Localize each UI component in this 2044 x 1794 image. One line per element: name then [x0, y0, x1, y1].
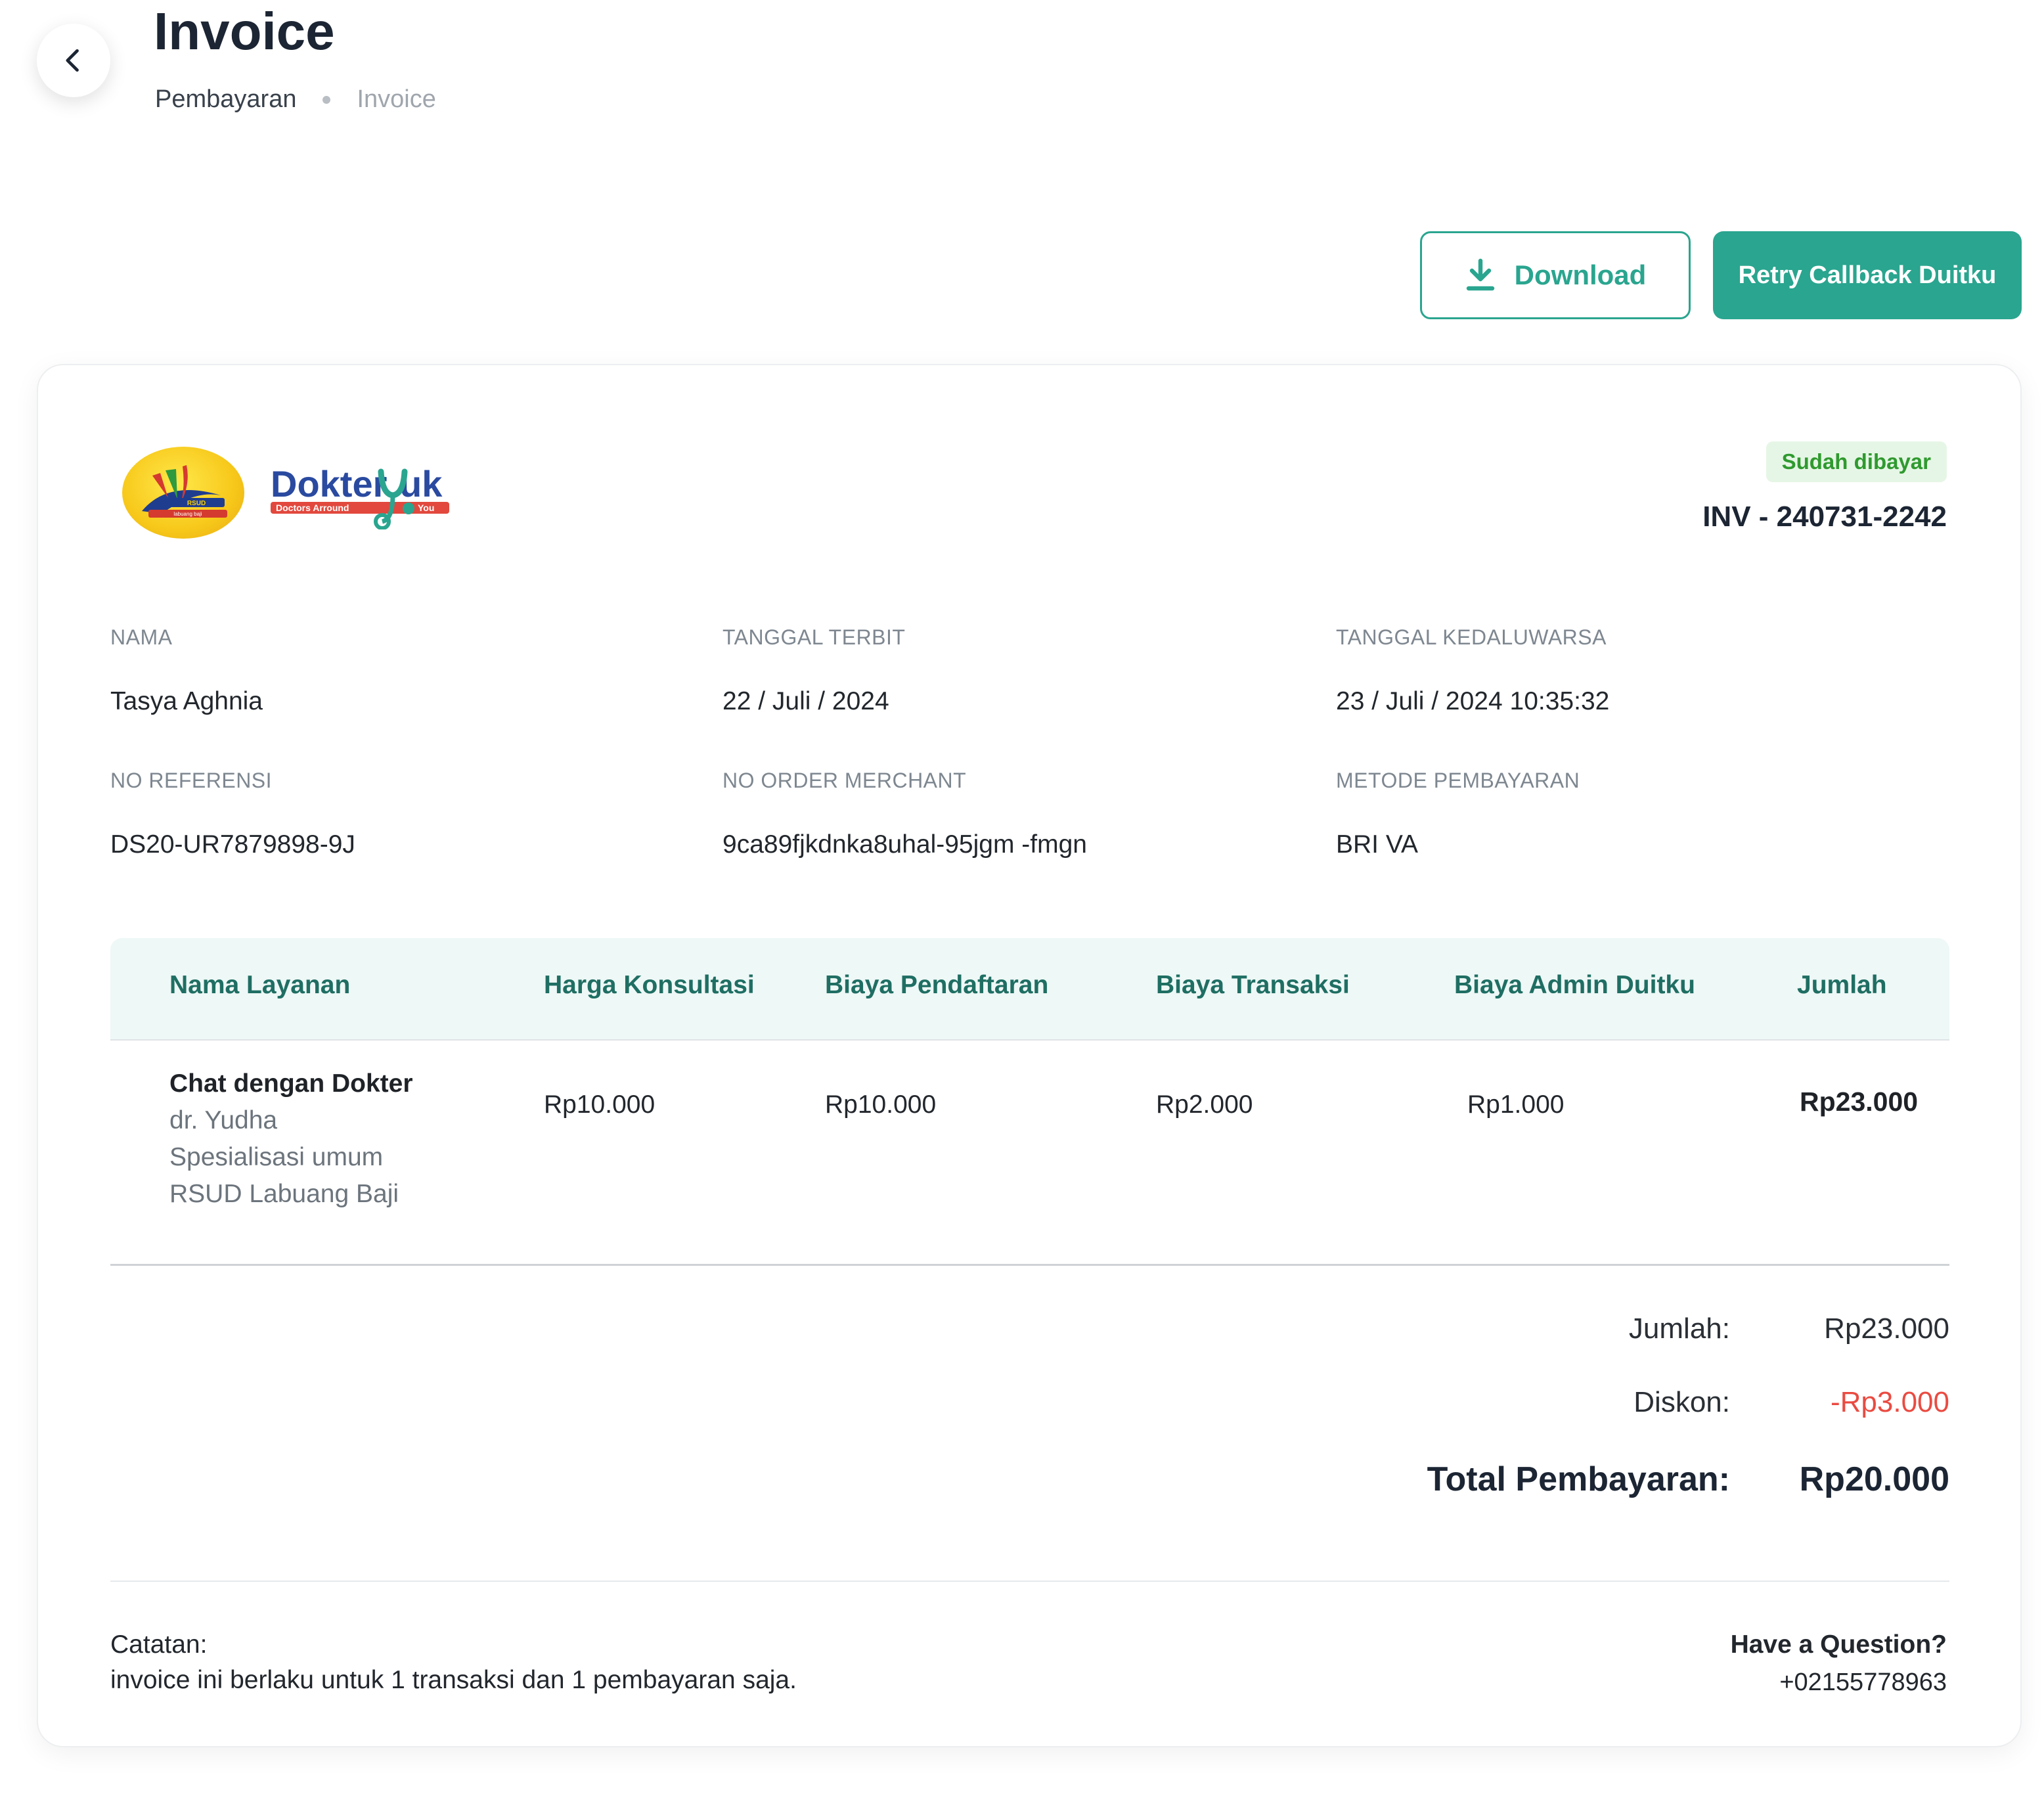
cell-biaya-pendaftaran: Rp10.000	[825, 1090, 937, 1119]
field-value-tanggal-kedaluwarsa: 23 / Juli / 2024 10:35:32	[1336, 687, 1610, 715]
column-header-biaya-transaksi: Biaya Transaksi	[1156, 971, 1350, 999]
breadcrumb-item-pembayaran[interactable]: Pembayaran	[155, 85, 296, 114]
service-name: Chat dengan Dokter	[169, 1069, 413, 1098]
total-value: Rp20.000	[1799, 1460, 1949, 1498]
subtotal-value: Rp23.000	[1824, 1312, 1949, 1345]
field-value-no-referensi: DS20-UR7879898-9J	[110, 830, 355, 859]
column-header-biaya-admin: Biaya Admin Duitku	[1454, 971, 1695, 999]
subtotal-label: Jumlah:	[1628, 1312, 1730, 1345]
chevron-left-icon	[66, 49, 79, 72]
note-label: Catatan:	[110, 1630, 208, 1659]
invoice-card	[37, 364, 2022, 1747]
note-text: invoice ini berlaku untuk 1 transaksi da…	[110, 1666, 797, 1694]
cell-jumlah: Rp23.000	[1800, 1087, 1919, 1117]
svg-text:You: You	[418, 503, 434, 513]
breadcrumb: Pembayaran Invoice	[155, 85, 436, 114]
svg-text:Dokter: Dokter	[271, 463, 387, 505]
cell-harga-konsultasi: Rp10.000	[544, 1090, 655, 1119]
discount-label: Diskon:	[1633, 1386, 1730, 1418]
dokteryuk-logo: Dokter uk Doctors Arround You	[271, 456, 452, 530]
svg-text:labuang baji: labuang baji	[173, 511, 202, 517]
field-value-nama: Tasya Aghnia	[110, 687, 263, 715]
column-header-biaya-pendaftaran: Biaya Pendaftaran	[825, 971, 1049, 999]
breadcrumb-item-invoice: Invoice	[357, 85, 436, 113]
field-label-tanggal-terbit: TANGGAL TERBIT	[722, 625, 906, 649]
column-header-jumlah: Jumlah	[1797, 971, 1887, 999]
field-label-tanggal-kedaluwarsa: TANGGAL KEDALUWARSA	[1336, 625, 1607, 649]
support-phone[interactable]: +02155778963	[1779, 1669, 1947, 1697]
table-bottom-divider	[110, 1264, 1949, 1266]
field-value-metode-pembayaran: BRI VA	[1336, 830, 1418, 859]
column-header-harga-konsultasi: Harga Konsultasi	[544, 971, 755, 999]
svg-text:RSUD: RSUD	[187, 500, 206, 507]
total-label: Total Pembayaran:	[1427, 1460, 1730, 1498]
status-badge: Sudah dibayar	[1766, 441, 1947, 482]
rsud-labuang-baji-logo: RSUD labuang baji	[122, 447, 244, 539]
field-label-no-referensi: NO REFERENSI	[110, 769, 273, 792]
field-value-tanggal-terbit: 22 / Juli / 2024	[722, 687, 889, 715]
discount-value: -Rp3.000	[1830, 1386, 1949, 1418]
field-label-metode-pembayaran: METODE PEMBAYARAN	[1336, 769, 1580, 792]
cell-biaya-transaksi: Rp2.000	[1156, 1090, 1253, 1119]
back-button[interactable]	[37, 24, 110, 97]
invoice-logos: RSUD labuang baji Dokter uk Doctors Arro…	[122, 447, 452, 539]
field-value-no-order-merchant: 9ca89fjkdnka8uhal-95jgm -fmgn	[722, 830, 1087, 859]
hospital-name: RSUD Labuang Baji	[169, 1180, 399, 1208]
page-title: Invoice	[154, 2, 335, 60]
question-label: Have a Question?	[1730, 1630, 1947, 1659]
column-header-nama-layanan: Nama Layanan	[169, 971, 351, 999]
invoice-number: INV - 240731-2242	[1702, 501, 1947, 533]
doctor-specialty: Spesialisasi umum	[169, 1143, 384, 1171]
cell-biaya-admin: Rp1.000	[1467, 1090, 1565, 1119]
table-header-divider	[110, 1039, 1949, 1041]
download-label: Download	[1514, 259, 1647, 290]
field-label-nama: NAMA	[110, 625, 173, 649]
field-label-no-order-merchant: NO ORDER MERCHANT	[722, 769, 967, 792]
breadcrumb-separator	[322, 95, 331, 104]
download-button[interactable]: Download	[1420, 231, 1691, 319]
doctor-name: dr. Yudha	[169, 1106, 278, 1134]
svg-text:Doctors Arround: Doctors Arround	[276, 503, 349, 513]
retry-callback-label: Retry Callback Duitku	[1738, 261, 1997, 289]
download-icon	[1466, 258, 1494, 291]
footer-divider	[110, 1581, 1949, 1582]
retry-callback-button[interactable]: Retry Callback Duitku	[1713, 231, 2022, 319]
